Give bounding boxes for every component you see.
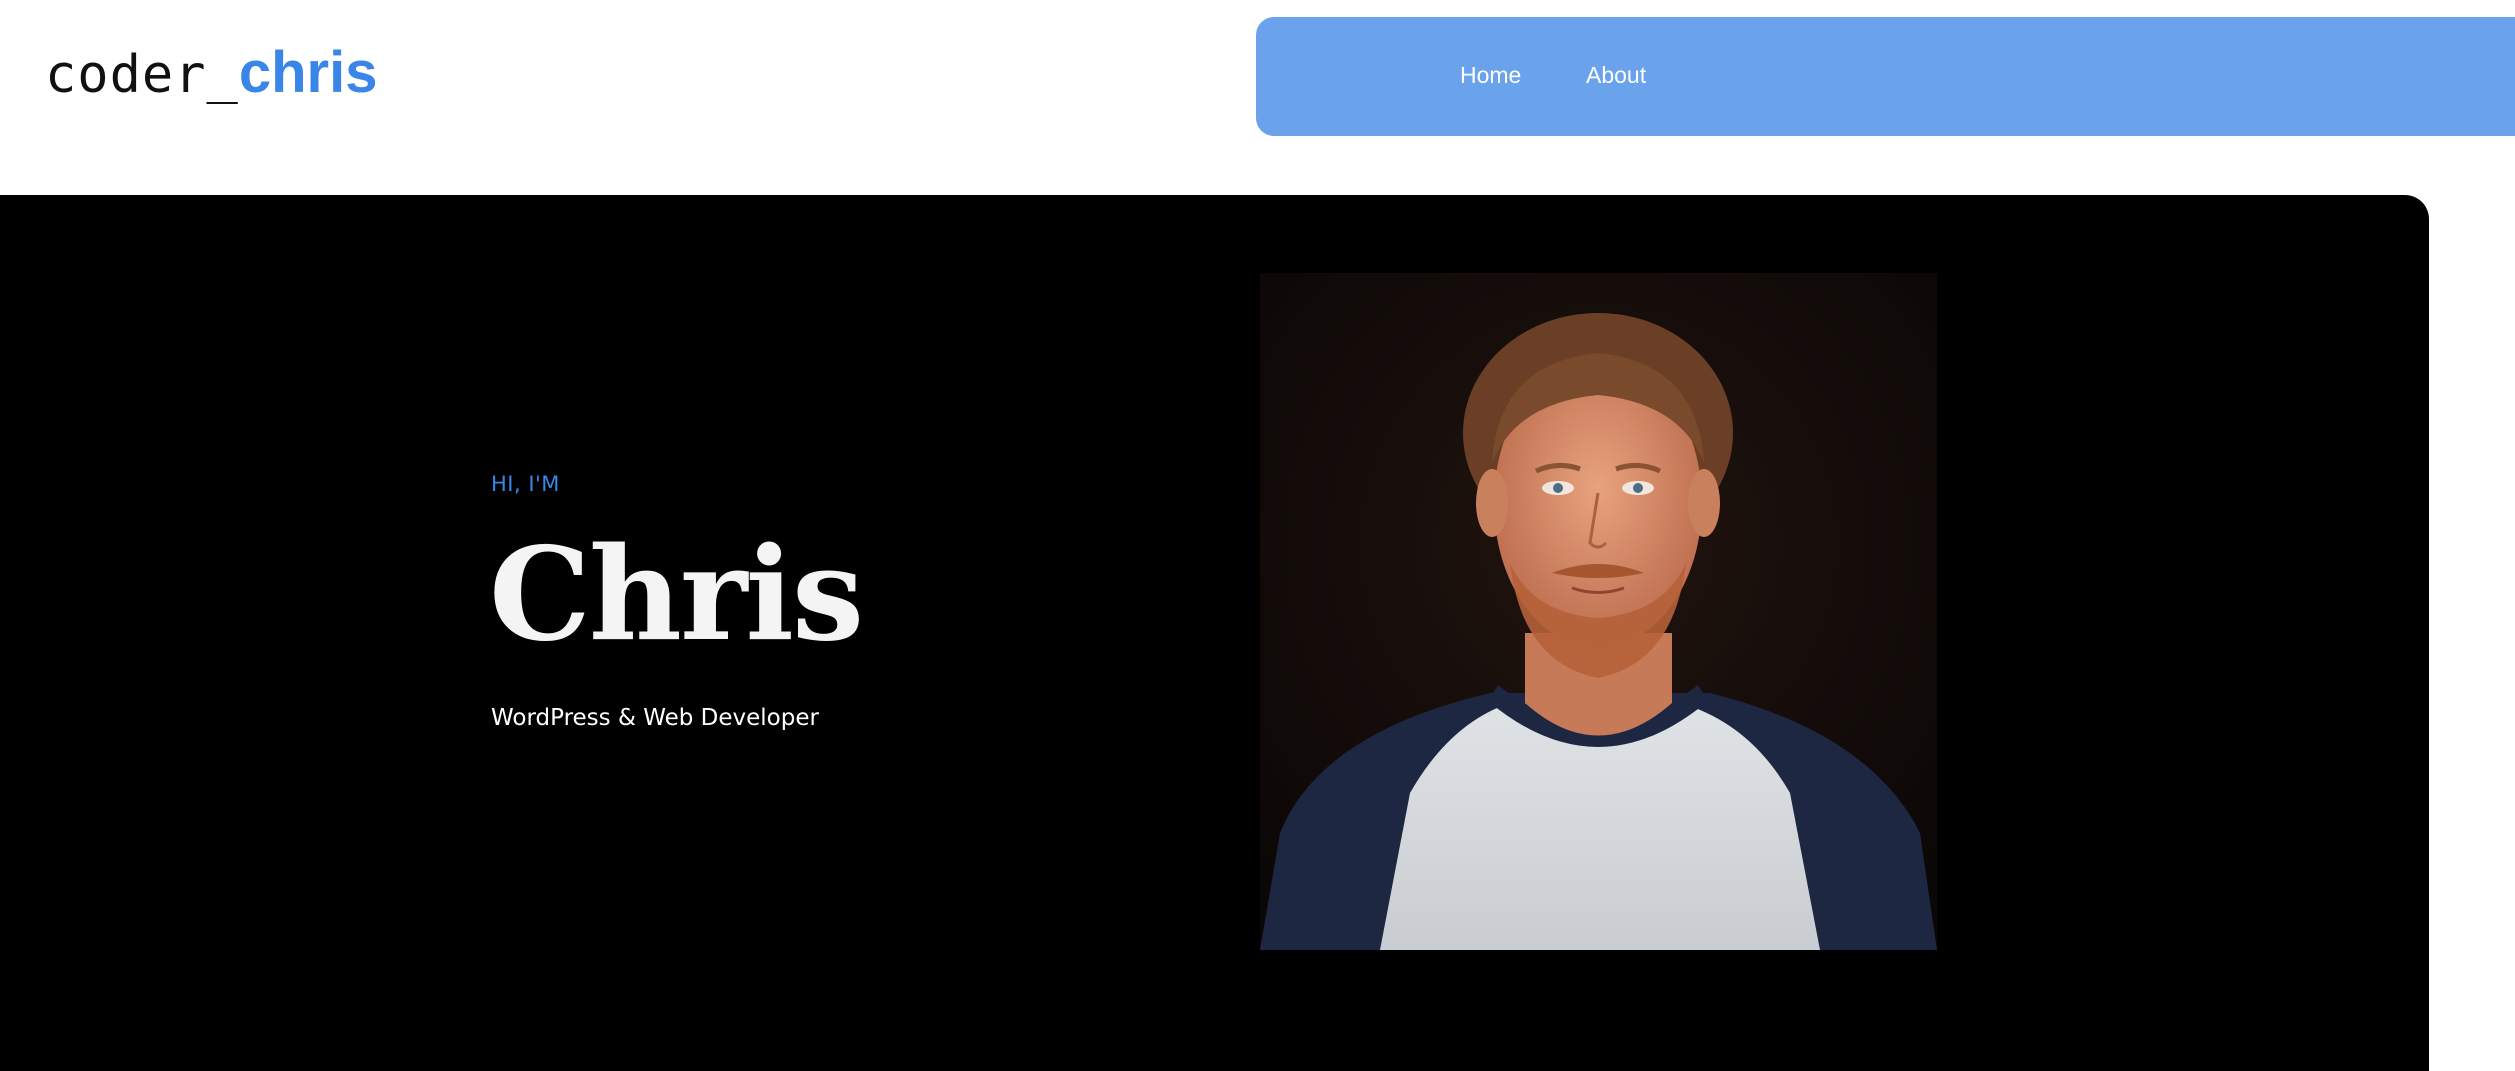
- page: coder_chris Home About HI, I'M Chris Wor…: [0, 0, 2515, 1071]
- nav-link-about[interactable]: About: [1586, 60, 1646, 90]
- hero-section: HI, I'M Chris WordPress & Web Developer: [0, 195, 2429, 1071]
- site-logo[interactable]: coder_chris: [45, 38, 377, 110]
- hero-role: WordPress & Web Developer: [491, 705, 819, 731]
- main-nav: Home About: [1256, 17, 2515, 136]
- nav-link-home[interactable]: Home: [1460, 60, 1521, 90]
- logo-name: chris: [238, 40, 378, 105]
- hero-name: Chris: [489, 520, 864, 670]
- profile-photo: [1260, 273, 1937, 950]
- hero-eyebrow: HI, I'M: [491, 472, 560, 496]
- logo-prefix: coder_: [45, 45, 239, 105]
